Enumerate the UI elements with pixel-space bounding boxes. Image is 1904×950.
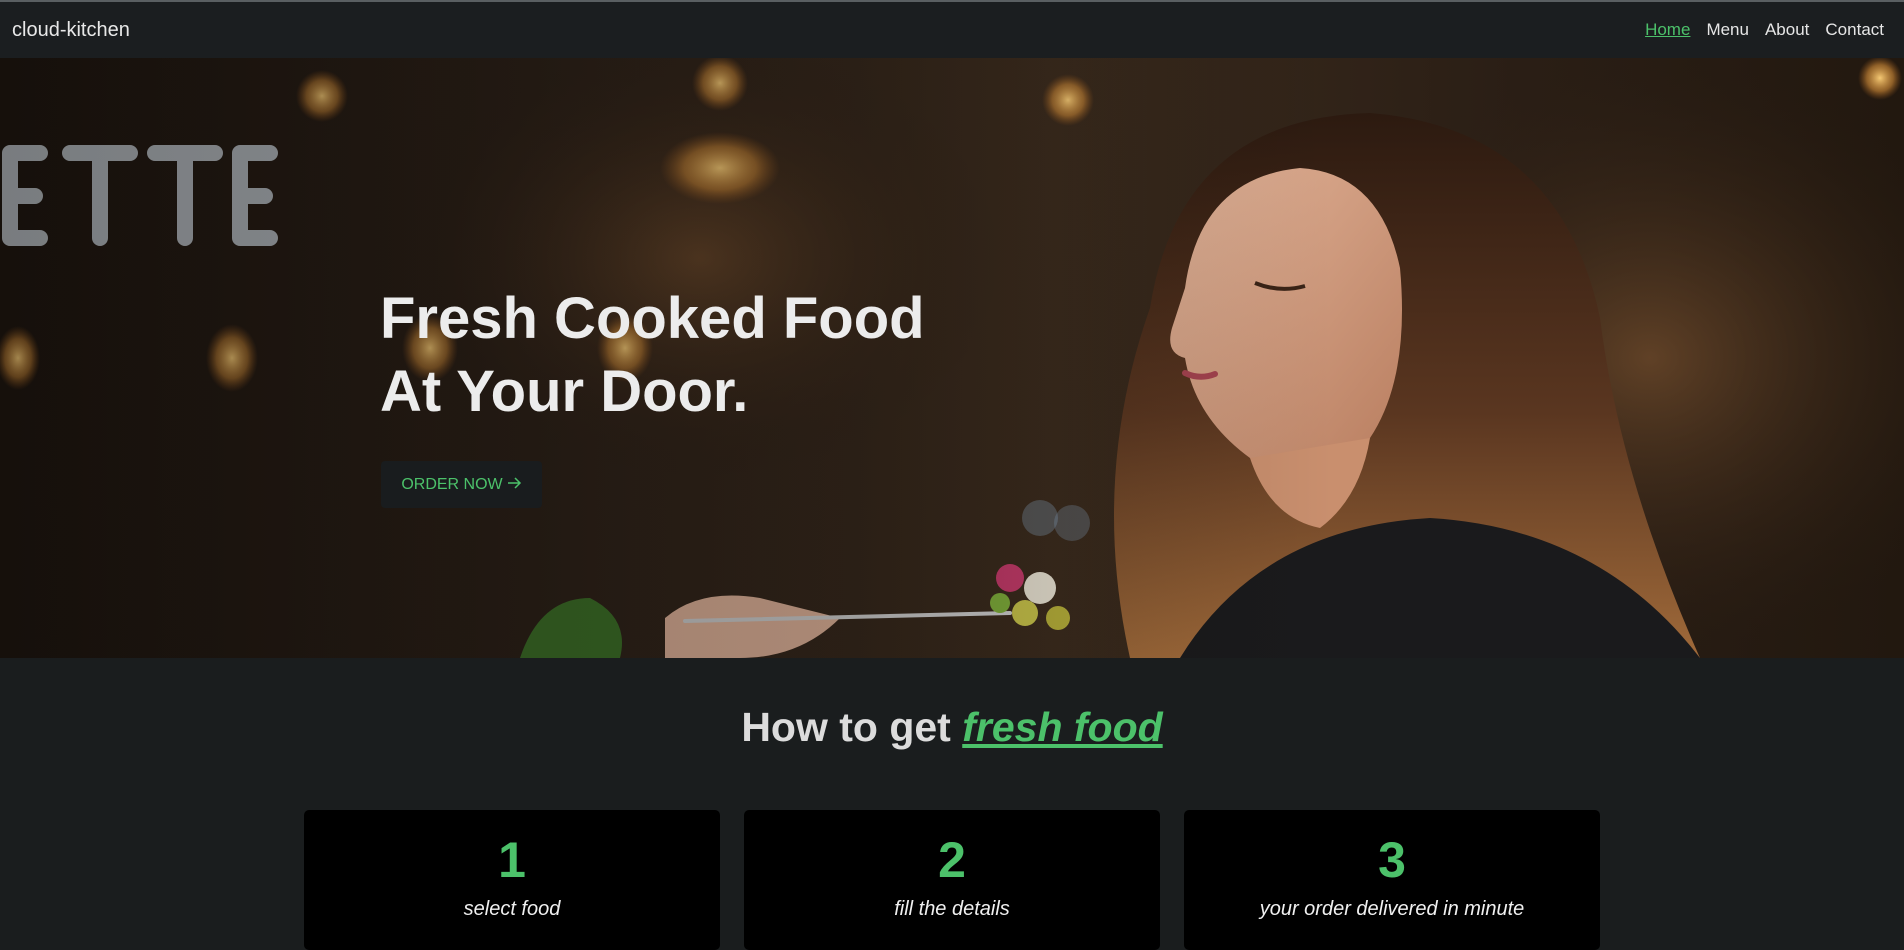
how-to-highlight: fresh food — [962, 704, 1163, 750]
order-now-label: ORDER NOW — [401, 475, 503, 493]
step-text: your order delivered in minute — [1259, 898, 1525, 920]
step-number: 3 — [1378, 832, 1406, 888]
step-card-1: 1 select food — [304, 810, 720, 950]
how-to-prefix: How to get — [741, 704, 963, 750]
hero-title: Fresh Cooked Food At Your Door. — [380, 282, 1080, 428]
step-number: 2 — [938, 832, 966, 888]
nav-links: Home Menu About Contact — [1645, 20, 1892, 40]
step-text: select food — [463, 898, 561, 920]
nav-link-home[interactable]: Home — [1645, 20, 1690, 40]
step-text: fill the details — [894, 898, 1010, 920]
arrow-right-icon — [507, 476, 522, 494]
nav-link-contact[interactable]: Contact — [1825, 20, 1884, 40]
how-to-heading: How to get fresh food — [0, 704, 1904, 751]
hero-title-line2: At Your Door. — [380, 359, 749, 424]
brand-logo[interactable]: cloud-kitchen — [12, 19, 130, 42]
step-number: 1 — [498, 832, 526, 888]
navbar: cloud-kitchen Home Menu About Contact — [0, 2, 1904, 58]
hero-title-line1: Fresh Cooked Food — [380, 286, 925, 351]
step-card-2: 2 fill the details — [744, 810, 1160, 950]
order-now-button[interactable]: ORDER NOW — [381, 461, 542, 508]
step-card-3: 3 your order delivered in minute — [1184, 810, 1600, 950]
hero-section: Fresh Cooked Food At Your Door. ORDER NO… — [0, 58, 1904, 658]
nav-link-menu[interactable]: Menu — [1706, 20, 1749, 40]
nav-link-about[interactable]: About — [1765, 20, 1809, 40]
